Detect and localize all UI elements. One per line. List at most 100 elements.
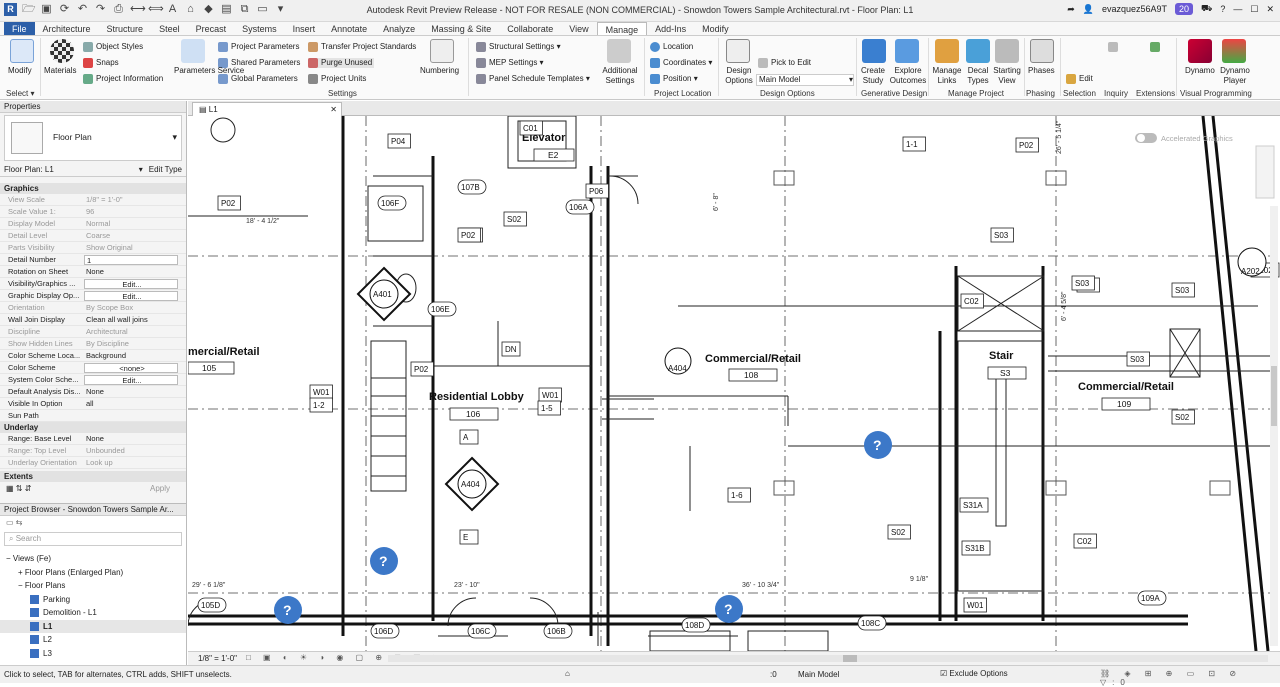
tag-label[interactable]: 1-2	[309, 397, 333, 413]
additional-settings-button[interactable]: Additional Settings	[598, 66, 642, 86]
tab-steel[interactable]: Steel	[151, 22, 188, 35]
modify-cursor-icon[interactable]	[10, 39, 34, 63]
tag-label[interactable]: A	[459, 429, 479, 445]
tag-label[interactable]: 1-1	[902, 136, 926, 152]
tag-label[interactable]: S31A	[959, 497, 989, 513]
tag-label[interactable]: C02	[960, 293, 984, 309]
property-value[interactable]: 1	[84, 255, 178, 265]
numbering-icon[interactable]	[430, 39, 454, 63]
dynamo-player-button[interactable]: Dynamo Player	[1216, 66, 1254, 86]
tag-label[interactable]: P06	[585, 183, 609, 199]
property-value[interactable]: Edit...	[84, 375, 178, 385]
browser-tree-item[interactable]: L2	[0, 633, 186, 647]
cart-icon[interactable]: ⛟	[1201, 3, 1212, 15]
property-row[interactable]: Wall Join Display Clean all wall joins	[0, 314, 186, 326]
starting-view-icon[interactable]	[995, 39, 1019, 63]
design-options-button[interactable]: Design Options	[722, 66, 756, 86]
materials-button[interactable]: Materials	[44, 66, 76, 76]
property-row[interactable]: Display Model Normal	[0, 218, 186, 230]
help-icon[interactable]: ?	[1220, 4, 1225, 14]
project-parameters-button[interactable]: Project Parameters	[218, 42, 299, 52]
decal-types-icon[interactable]	[966, 39, 990, 63]
tab-modify[interactable]: Modify	[694, 22, 737, 35]
property-row[interactable]: Orientation By Scope Box	[0, 302, 186, 314]
snaps-button[interactable]: Snaps	[83, 58, 119, 68]
property-value[interactable]: Edit...	[84, 291, 178, 301]
tag-label[interactable]: S03	[1171, 282, 1195, 298]
tag-label[interactable]: 108C	[857, 615, 887, 631]
tab-massing-site[interactable]: Massing & Site	[423, 22, 499, 35]
tag-label[interactable]: S03	[1071, 275, 1095, 291]
property-row[interactable]: Visibility/Graphics ... Edit...	[0, 278, 186, 290]
chevron-down-icon[interactable]: ▾	[139, 163, 143, 176]
tag-label[interactable]: 106A	[565, 199, 595, 215]
additional-settings-icon[interactable]	[607, 39, 631, 63]
maximize-icon[interactable]: ☐	[1250, 4, 1258, 15]
project-units-button[interactable]: Project Units	[308, 74, 366, 84]
tag-label[interactable]: P02	[410, 361, 434, 377]
tag-label[interactable]: W01	[963, 597, 987, 613]
underlay-category[interactable]: Underlay	[0, 422, 186, 433]
user-name[interactable]: evazquez56A9T	[1102, 4, 1167, 14]
modify-button[interactable]: Modify	[8, 66, 32, 76]
browser-tree-item[interactable]: − Floor Plans	[0, 579, 186, 593]
graphics-category[interactable]: Graphics	[0, 183, 186, 194]
tag-label[interactable]: C01	[519, 120, 543, 136]
property-row[interactable]: Range: Base Level None	[0, 433, 186, 445]
property-row[interactable]: Discipline Architectural	[0, 326, 186, 338]
property-row[interactable]: System Color Sche... Edit...	[0, 374, 186, 386]
user-icon[interactable]: 👤	[1083, 4, 1094, 15]
starting-view-button[interactable]: Starting View	[990, 66, 1024, 86]
property-row[interactable]: Range: Top Level Unbounded	[0, 445, 186, 457]
sort-icon[interactable]: ▦ ⇅ ⇵	[6, 484, 31, 493]
tab-add-ins[interactable]: Add-Ins	[647, 22, 694, 35]
notifications-badge[interactable]: 20	[1175, 3, 1194, 15]
numbering-button[interactable]: Numbering	[420, 66, 459, 76]
tag-label[interactable]: 105D	[197, 597, 227, 613]
property-row[interactable]: Detail Number 1	[0, 254, 186, 266]
model-dropdown[interactable]: Main Model	[798, 670, 839, 679]
coordinates-button[interactable]: Coordinates ▾	[650, 58, 712, 68]
tab-manage[interactable]: Manage	[596, 22, 648, 35]
manage-links-button[interactable]: Manage Links	[931, 66, 963, 86]
materials-icon[interactable]	[50, 39, 74, 63]
purge-unused-button[interactable]: Purge Unused	[308, 58, 375, 69]
parameters-service-button[interactable]: Parameters Service	[174, 66, 244, 76]
tag-label[interactable]: W01	[538, 387, 562, 403]
property-row[interactable]: Underlay Orientation Look up	[0, 457, 186, 469]
pick-to-edit-button[interactable]: Pick to Edit	[758, 58, 811, 68]
expand-toggle-icon[interactable]: +	[18, 568, 25, 577]
exclude-options-checkbox[interactable]: ☑ Exclude Options	[940, 669, 1008, 678]
tag-label[interactable]: P02	[217, 195, 241, 211]
position-button[interactable]: Position ▾	[650, 74, 698, 84]
tab-file[interactable]: File	[4, 22, 35, 35]
structural-settings-button[interactable]: Structural Settings ▾	[476, 42, 561, 52]
tag-label[interactable]: S31B	[961, 540, 991, 556]
tag-label[interactable]: 108D	[681, 617, 711, 633]
extents-category[interactable]: Extents	[0, 471, 186, 482]
project-information-button[interactable]: Project Information	[83, 74, 163, 84]
main-model-dropdown[interactable]: Main Model ▾	[756, 74, 854, 86]
tag-label[interactable]: S03	[990, 227, 1014, 243]
selection-edit-button[interactable]: Edit	[1066, 74, 1093, 84]
horizontal-scrollbar[interactable]	[388, 655, 1268, 662]
property-value[interactable]: Edit...	[84, 279, 178, 289]
tag-label[interactable]: 106D	[370, 623, 400, 639]
tag-label[interactable]: 1-6	[727, 487, 751, 503]
type-selector[interactable]: Floor Plan ▾	[4, 115, 182, 161]
tab-annotate[interactable]: Annotate	[323, 22, 375, 35]
tab-analyze[interactable]: Analyze	[375, 22, 423, 35]
property-row[interactable]: Parts Visibility Show Original	[0, 242, 186, 254]
explore-outcomes-icon[interactable]	[895, 39, 919, 63]
share-icon[interactable]: ➦	[1067, 4, 1075, 15]
expand-toggle-icon[interactable]: −	[6, 554, 13, 563]
tag-label[interactable]: S03	[1126, 351, 1150, 367]
minimize-icon[interactable]: —	[1233, 4, 1242, 14]
tag-label[interactable]: C02	[1073, 533, 1097, 549]
phases-button[interactable]: Phases	[1028, 66, 1055, 76]
tag-label[interactable]: 106C	[467, 623, 497, 639]
tab-architecture[interactable]: Architecture	[35, 22, 99, 35]
tab-l1[interactable]: ▤ L1 ✕	[192, 102, 342, 116]
tag-label[interactable]: 109A	[1137, 590, 1167, 606]
transfer-project-standards-button[interactable]: Transfer Project Standards	[308, 42, 416, 52]
